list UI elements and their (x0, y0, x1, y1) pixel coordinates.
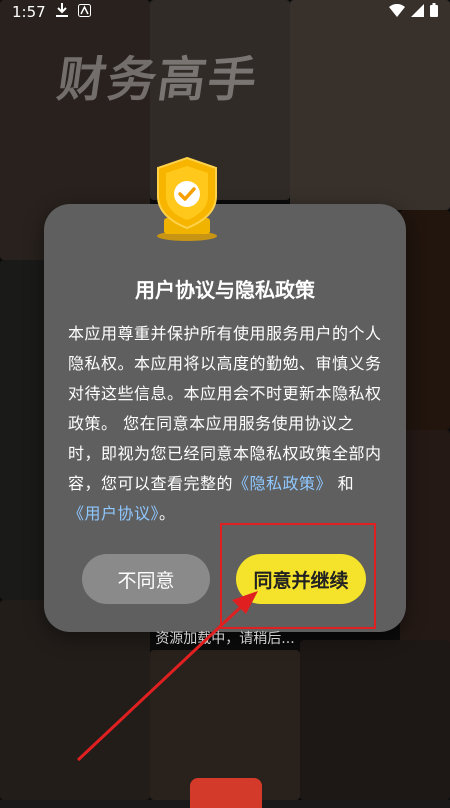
annotation-arrow (76, 591, 258, 762)
